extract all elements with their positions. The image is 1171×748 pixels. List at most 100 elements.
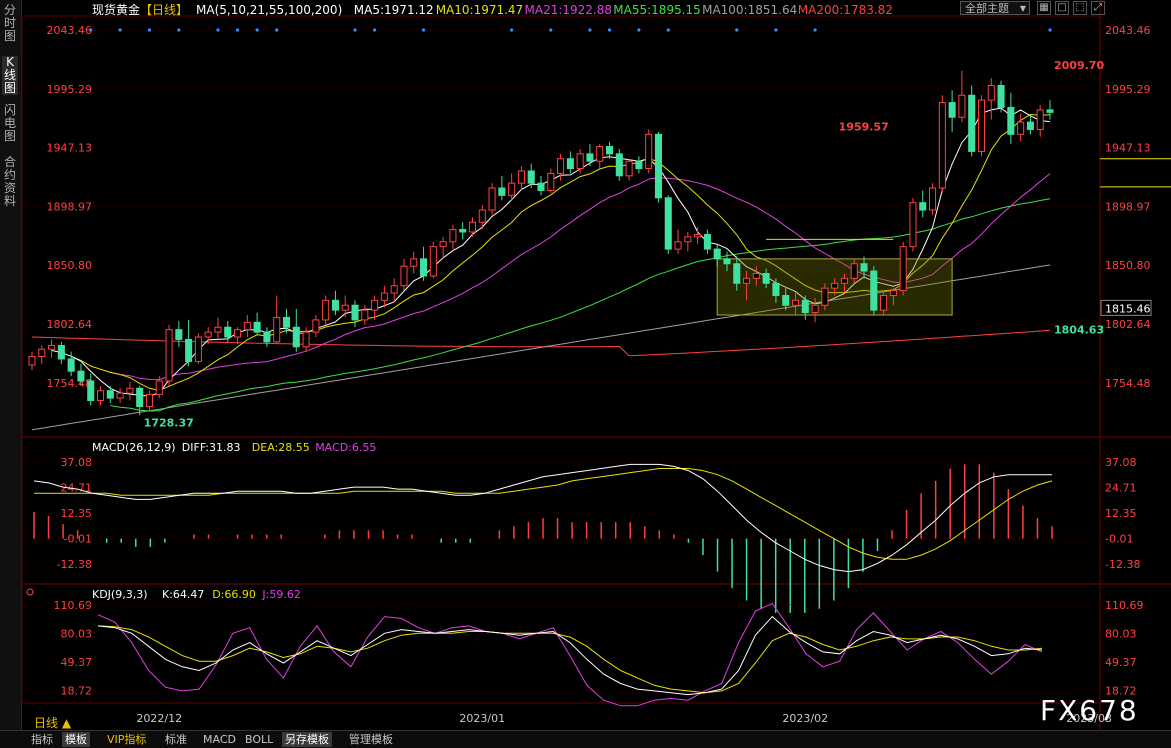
tab-standard[interactable]: 标准 xyxy=(162,732,190,747)
tab-boll[interactable]: BOLL xyxy=(242,732,276,747)
event-marker xyxy=(275,28,279,32)
candle-up xyxy=(194,336,202,362)
candle-down xyxy=(782,294,790,306)
ma-legend-1: MA5:1971.12 xyxy=(354,3,434,17)
candle-up xyxy=(645,133,653,170)
candle-down xyxy=(292,326,300,348)
event-marker xyxy=(255,28,259,32)
tab-vip-indicators[interactable]: VIP指标 xyxy=(104,732,149,747)
candle-down xyxy=(919,202,927,211)
tab-indicators[interactable]: 指标 xyxy=(28,732,56,747)
ma-legend-3: MA21:1922.88 xyxy=(525,3,613,17)
event-marker xyxy=(89,28,93,32)
x-tick-label: 2023/02 xyxy=(782,712,828,725)
kdj-legend-3: J:59.62 xyxy=(261,588,300,601)
candle-up xyxy=(155,380,163,395)
candle-down xyxy=(87,380,95,401)
candle-down xyxy=(282,316,291,328)
macd-y-tick: 24.71 xyxy=(61,482,93,495)
event-marker xyxy=(177,28,181,32)
candle-down xyxy=(635,160,643,170)
y-tick-label: 1898.97 xyxy=(47,200,93,213)
candle-down xyxy=(723,258,731,265)
tab-template[interactable]: 模板 xyxy=(62,732,90,747)
candle-up xyxy=(449,229,457,243)
maximize-icon[interactable]: ⬚ xyxy=(1073,1,1087,15)
candle-up xyxy=(400,265,408,287)
candle-down xyxy=(605,146,614,155)
kdj-y-tick: 80.03 xyxy=(61,627,93,640)
candle-down xyxy=(801,299,809,314)
period-selector[interactable]: 日线 ▲ xyxy=(34,714,71,731)
y-tick-label: 1898.97 xyxy=(1105,200,1151,213)
theme-label: 全部主题 xyxy=(965,2,1009,15)
candle-down xyxy=(1046,109,1054,113)
candle-up xyxy=(410,258,418,267)
macd-legend-3: MACD:6.55 xyxy=(315,441,376,454)
price-annotation: 1959.57 xyxy=(839,120,889,133)
tab-manage-template[interactable]: 管理模板 xyxy=(346,732,396,747)
kdj-y-tick: 110.69 xyxy=(1105,599,1144,612)
candle-up xyxy=(899,246,907,292)
y-tick-label: 1802.64 xyxy=(47,318,93,331)
candle-down xyxy=(527,170,535,184)
macd-legend-1: DIFF:31.83 xyxy=(182,441,241,454)
tab-macd[interactable]: MACD xyxy=(200,732,239,747)
x-tick-label: 2023/01 xyxy=(459,712,505,725)
candle-down xyxy=(420,258,428,277)
y-tick-label: 1947.13 xyxy=(47,142,93,155)
chart-canvas[interactable]: 现货黄金 【日线】 MA(5,10,21,55,100,200) MA5:1971.1… xyxy=(0,0,1171,730)
y-tick-label: 1995.29 xyxy=(47,83,93,96)
kdj-y-tick: 49.37 xyxy=(61,656,93,669)
candle-up xyxy=(48,345,56,350)
price-annotation: 2009.70 xyxy=(1054,59,1104,72)
candle-down xyxy=(703,233,711,250)
x-tick-label: 2022/12 xyxy=(136,712,182,725)
candle-up xyxy=(576,153,584,170)
candle-up xyxy=(371,299,379,311)
candle-down xyxy=(566,158,574,170)
price-annotation: 1728.37 xyxy=(144,417,194,430)
candle-down xyxy=(331,299,339,311)
kdj-y-tick: 18.72 xyxy=(61,684,93,697)
candle-up xyxy=(145,393,153,408)
candle-up xyxy=(302,331,310,348)
candle-up xyxy=(28,356,36,366)
event-marker xyxy=(735,28,739,32)
candle-up xyxy=(596,146,604,162)
restore-icon[interactable]: □ xyxy=(1055,1,1069,15)
candle-down xyxy=(860,263,868,272)
grid-icon[interactable]: ▦ xyxy=(1037,1,1051,15)
candle-up xyxy=(380,292,388,301)
event-marker xyxy=(637,28,641,32)
candle-up xyxy=(547,172,555,191)
candle-down xyxy=(185,338,193,362)
candle-down xyxy=(772,282,780,296)
candle-down xyxy=(1026,121,1034,130)
price-annotation: 1804.63 xyxy=(1054,324,1104,337)
y-tick-label: 1754.48 xyxy=(47,377,93,390)
candle-down xyxy=(351,304,359,321)
kdj-settings-icon xyxy=(26,588,34,596)
candle-up xyxy=(204,331,212,338)
kdj-legend-0: KDJ(9,3,3) xyxy=(92,588,148,601)
candle-down xyxy=(713,248,721,260)
theme-select[interactable]: 全部主题 ▼ xyxy=(960,1,1030,15)
fullscreen-icon[interactable]: ⤢ xyxy=(1091,1,1105,15)
candle-up xyxy=(909,202,917,248)
candle-down xyxy=(733,263,741,284)
y-tick-label: 1995.29 xyxy=(1105,83,1151,96)
event-marker xyxy=(353,28,357,32)
macd-legend-2: DEA:28.55 xyxy=(252,441,310,454)
tab-save-template[interactable]: 另存模板 xyxy=(282,732,332,747)
candle-up xyxy=(743,277,751,284)
candle-up xyxy=(312,319,320,333)
y-tick-label: 1754.48 xyxy=(1105,377,1151,390)
candle-down xyxy=(498,187,506,196)
candle-up xyxy=(429,246,437,277)
macd-y-tick: -0.01 xyxy=(1105,533,1133,546)
ma-legend-6: MA200:1783.82 xyxy=(798,3,893,17)
candle-up xyxy=(977,99,986,152)
candle-down xyxy=(459,229,467,233)
event-marker xyxy=(588,28,592,32)
